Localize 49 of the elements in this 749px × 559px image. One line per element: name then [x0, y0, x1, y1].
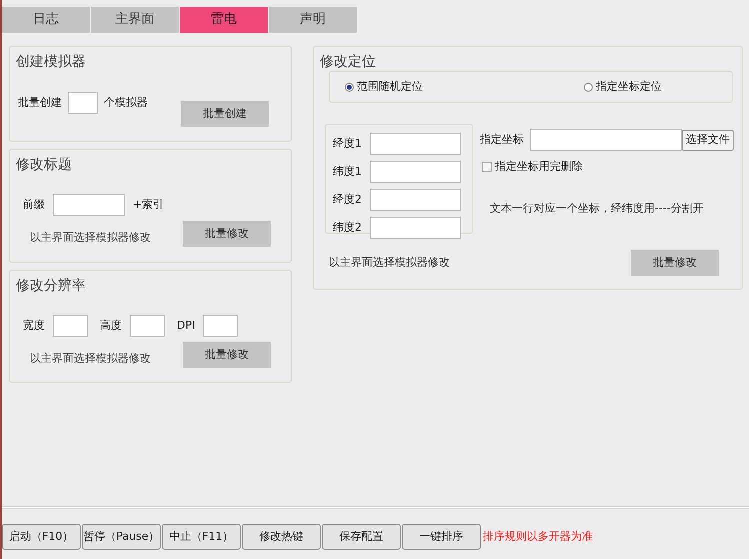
input-field[interactable]: [53, 194, 125, 216]
toolbar-button[interactable]: 一键排序: [402, 524, 481, 550]
checkbox-option[interactable]: 指定坐标用完删除: [482, 159, 583, 176]
hint-text: 以主界面选择模拟器修改: [30, 230, 151, 246]
tab[interactable]: 雷电: [180, 7, 268, 33]
field-label: 前缀: [23, 196, 45, 213]
field-label: DPI: [177, 318, 196, 334]
toolbar-button[interactable]: 启动（F10）: [2, 524, 81, 550]
tab[interactable]: 声明: [269, 7, 357, 33]
field-label: 纬度2: [333, 220, 362, 236]
hint-text: 以主界面选择模拟器修改: [30, 351, 151, 367]
field-label: 经度2: [333, 192, 362, 208]
batch-button[interactable]: 批量修改: [183, 342, 271, 368]
tab[interactable]: 日志: [2, 7, 90, 33]
batch-button[interactable]: 批量创建: [181, 101, 269, 128]
file-path-field[interactable]: [530, 129, 682, 151]
input-field[interactable]: [53, 315, 88, 337]
hint-text: 文本一行对应一个坐标，经纬度用----分割开: [490, 201, 704, 217]
batch-button[interactable]: 批量修改: [183, 221, 271, 248]
hint-text: 以主界面选择模拟器修改: [329, 255, 450, 271]
sort-note: 排序规则以多开器为准: [483, 528, 593, 545]
input-field[interactable]: [370, 133, 461, 155]
field-label: 纬度1: [333, 164, 362, 180]
field-label: +索引: [133, 196, 164, 213]
field-label: 指定坐标: [480, 132, 524, 148]
input-field[interactable]: [370, 217, 461, 239]
group-title: 修改分辨率: [16, 277, 86, 296]
input-field[interactable]: [130, 315, 165, 337]
group-title: 创建模拟器: [16, 53, 86, 72]
input-field[interactable]: [203, 315, 238, 337]
tab[interactable]: 主界面: [91, 7, 179, 33]
input-field[interactable]: [370, 189, 461, 211]
field-label: 经度1: [333, 136, 362, 152]
field-label: 批量创建: [18, 94, 62, 111]
choose-file-button[interactable]: 选择文件: [682, 130, 734, 150]
radio-option[interactable]: 指定坐标定位: [584, 78, 662, 96]
radio-option[interactable]: 范围随机定位: [345, 78, 423, 96]
toolbar-button[interactable]: 中止（F11）: [162, 524, 241, 550]
group-title: 修改标题: [16, 156, 72, 175]
toolbar-button[interactable]: 修改热键: [242, 524, 321, 550]
input-field[interactable]: [370, 161, 461, 183]
field-label: 个模拟器: [104, 94, 148, 111]
field-label: 宽度: [23, 318, 45, 334]
batch-button[interactable]: 批量修改: [631, 250, 719, 276]
group-title: 修改定位: [320, 53, 376, 72]
field-label: 高度: [100, 318, 122, 334]
input-field[interactable]: [68, 92, 98, 114]
toolbar-button[interactable]: 保存配置: [322, 524, 401, 550]
toolbar-button[interactable]: 暂停（Pause）: [82, 524, 161, 550]
